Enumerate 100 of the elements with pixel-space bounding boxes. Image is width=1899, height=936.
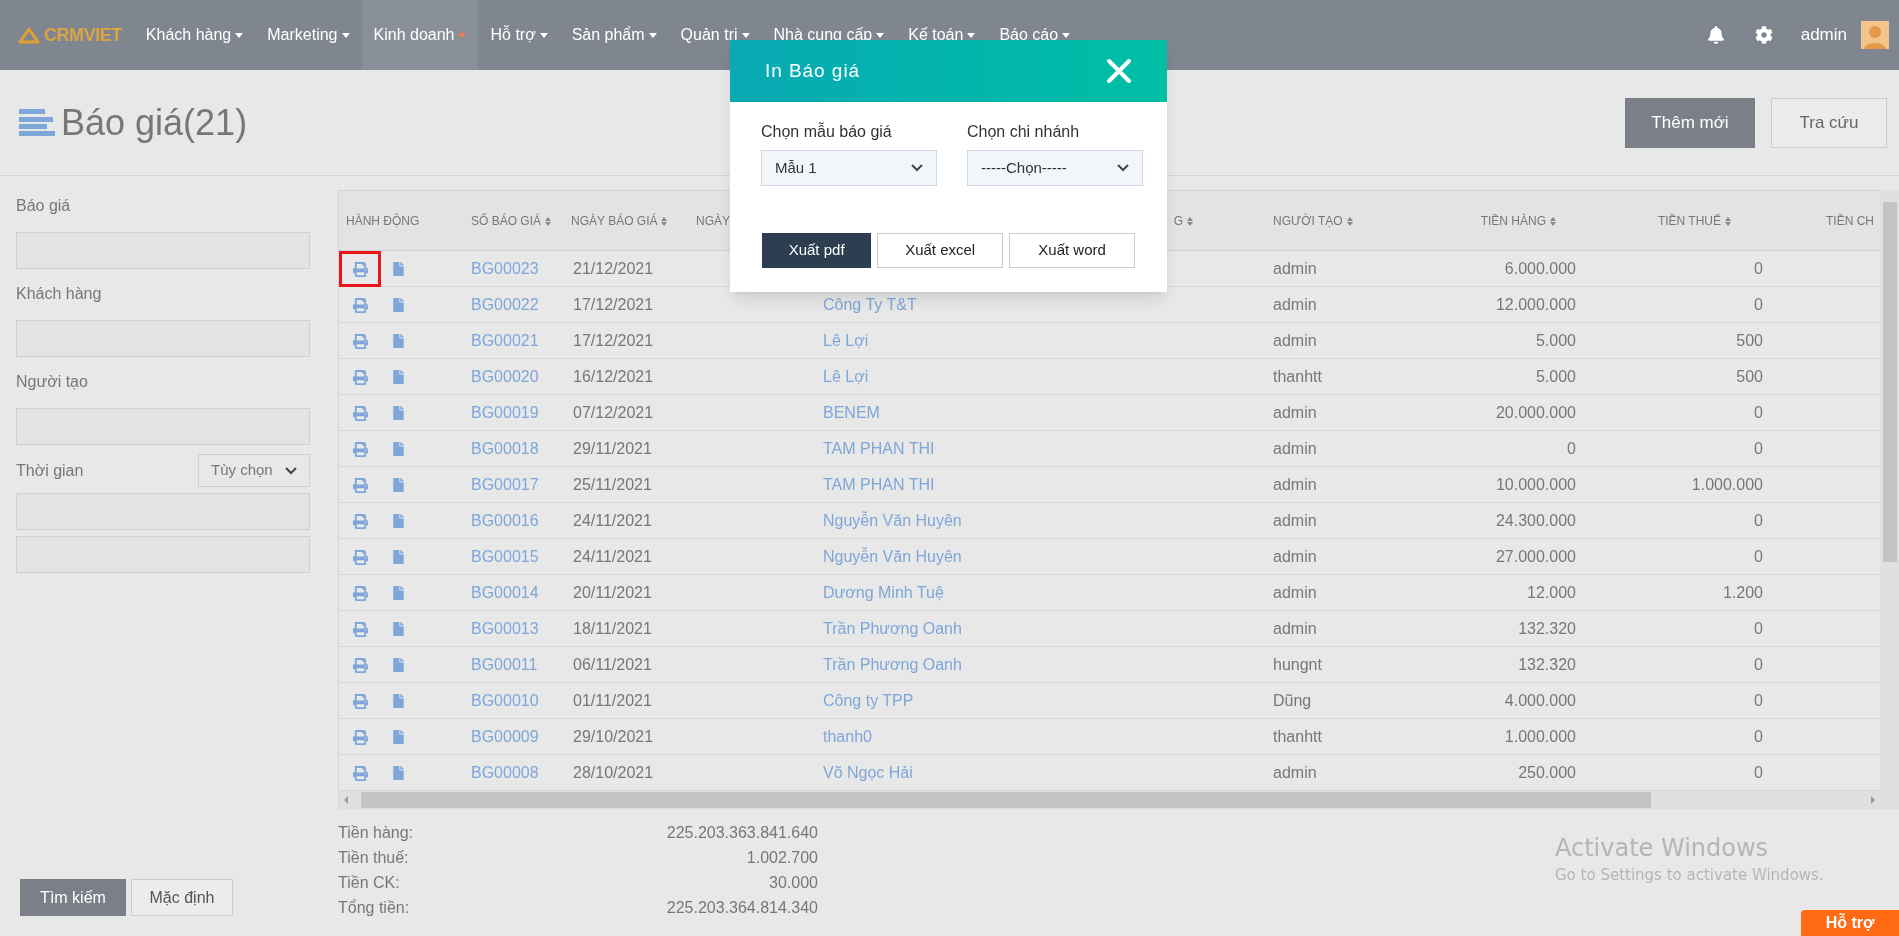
- logo-text: CRMVIET: [44, 23, 122, 47]
- quote-number-link[interactable]: BG00011: [461, 653, 561, 677]
- close-icon[interactable]: [1106, 58, 1132, 84]
- document-icon[interactable]: [393, 622, 404, 636]
- customer-link[interactable]: Công ty TPP: [823, 692, 914, 709]
- quote-number-link[interactable]: BG00018: [461, 437, 561, 461]
- document-icon[interactable]: [393, 334, 404, 348]
- column-header[interactable]: SỐ BÁO GIÁ: [461, 211, 561, 230]
- settings-icon[interactable]: [1754, 26, 1773, 44]
- support-button[interactable]: Hỗ trợ: [1801, 910, 1899, 936]
- nav-menu-item[interactable]: Kinh doanh: [361, 0, 479, 70]
- time-range-select[interactable]: Tùy chọn: [198, 454, 310, 487]
- quote-number-link[interactable]: BG00014: [461, 581, 561, 605]
- table-cell-text: 250.000: [1517, 763, 1577, 783]
- sort-icon: [661, 216, 668, 226]
- filter-input-field[interactable]: [16, 320, 310, 357]
- notification-bell-icon[interactable]: [1706, 26, 1725, 44]
- column-header[interactable]: TIỀN HÀNG: [1451, 211, 1591, 230]
- customer-link[interactable]: Võ Ngọc Hải: [823, 764, 913, 781]
- add-new-button[interactable]: Thêm mới: [1625, 97, 1755, 148]
- customer-link[interactable]: Nguyễn Văn Huyên: [823, 548, 962, 565]
- quote-number-link[interactable]: BG00013: [461, 617, 561, 641]
- lookup-button[interactable]: Tra cứu: [1771, 97, 1887, 148]
- caret-icon: [1062, 32, 1071, 38]
- export-button[interactable]: Xuất pdf: [762, 233, 872, 268]
- quote-number-link[interactable]: BG00010: [461, 689, 561, 713]
- date-from-field[interactable]: [16, 493, 310, 530]
- logo-icon: [18, 26, 40, 44]
- customer-link[interactable]: thanh0: [823, 728, 872, 745]
- quote-number-link[interactable]: BG00009: [461, 725, 561, 749]
- table-cell-text: 24/11/2021: [572, 547, 653, 567]
- customer-link[interactable]: Trần Phương Oanh: [823, 620, 962, 637]
- document-icon[interactable]: [393, 658, 404, 672]
- document-icon[interactable]: [393, 694, 404, 708]
- table-cell-text: admin: [1272, 583, 1318, 603]
- avatar-icon[interactable]: [1861, 21, 1889, 49]
- search-button[interactable]: Tìm kiếm: [20, 879, 126, 916]
- column-header[interactable]: TIỀN THUẾ: [1591, 211, 1781, 230]
- customer-link[interactable]: TAM PHAN THI: [823, 440, 935, 457]
- quote-number-link[interactable]: BG00020: [461, 365, 561, 389]
- vertical-scrollbar[interactable]: [1880, 190, 1899, 809]
- column-header: HÀNH ĐỘNG: [345, 212, 421, 230]
- caret-icon: [876, 32, 885, 38]
- column-header[interactable]: G: [816, 211, 1263, 230]
- print-button[interactable]: [339, 251, 381, 287]
- column-header[interactable]: NGÀY BÁO GIÁ: [561, 211, 686, 230]
- export-button[interactable]: Xuất excel: [877, 233, 1004, 268]
- date-to-field[interactable]: [16, 536, 310, 573]
- customer-link[interactable]: Công Ty T&T: [823, 296, 917, 313]
- table-cell-text: 1.000.000: [1503, 727, 1577, 747]
- customer-link[interactable]: Lê Lợi: [823, 332, 869, 349]
- document-icon[interactable]: [393, 478, 404, 492]
- reset-button[interactable]: Mặc định: [131, 879, 233, 916]
- sort-icon: [1550, 216, 1556, 226]
- quote-number-link[interactable]: BG00022: [461, 293, 561, 317]
- user-name[interactable]: admin: [1800, 22, 1847, 48]
- table-cell-text: 20.000.000: [1494, 403, 1577, 423]
- caret-icon: [967, 32, 976, 38]
- select-label: Chọn mẫu báo giá: [761, 121, 893, 142]
- nav-menu-item[interactable]: Báo cáo: [987, 0, 1083, 70]
- horizontal-scrollbar[interactable]: [339, 791, 1880, 809]
- customer-link[interactable]: Dương Minh Tuệ: [823, 584, 944, 601]
- document-icon[interactable]: [393, 442, 404, 456]
- quote-number-link[interactable]: BG00019: [461, 401, 561, 425]
- document-icon[interactable]: [393, 370, 404, 384]
- column-header[interactable]: NGƯỜI TẠO: [1263, 211, 1451, 230]
- table-cell-text: admin: [1272, 547, 1318, 567]
- quote-number-link[interactable]: BG00021: [461, 329, 561, 353]
- customer-link[interactable]: Lê Lợi: [823, 368, 869, 385]
- customer-link[interactable]: BENEM: [823, 404, 880, 421]
- document-icon[interactable]: [393, 262, 404, 276]
- table-cell-text: 17/12/2021: [572, 295, 655, 315]
- nav-menu-item[interactable]: Quản trị: [668, 0, 762, 70]
- table-cell-text: 0: [1753, 655, 1764, 675]
- dropdown-select[interactable]: -----Chọn-----: [967, 150, 1143, 186]
- filter-input-field[interactable]: [16, 232, 310, 269]
- dropdown-select[interactable]: Mẫu 1: [761, 150, 937, 186]
- nav-menu-item[interactable]: Kế toán: [896, 0, 988, 70]
- nav-menu-item[interactable]: Khách hàng: [133, 0, 256, 70]
- quote-number-link[interactable]: BG00017: [461, 473, 561, 497]
- customer-link[interactable]: Trần Phương Oanh: [823, 656, 962, 673]
- filter-input-field[interactable]: [16, 408, 310, 445]
- document-icon[interactable]: [393, 586, 404, 600]
- quote-number-link[interactable]: BG00015: [461, 545, 561, 569]
- nav-menu-item[interactable]: Hỗ trợ: [478, 0, 560, 70]
- quote-number-link[interactable]: BG00023: [461, 257, 561, 281]
- customer-link[interactable]: Nguyễn Văn Huyên: [823, 512, 962, 529]
- dialog-title: In Báo giá: [765, 58, 861, 83]
- customer-link[interactable]: TAM PHAN THI: [823, 476, 935, 493]
- document-icon[interactable]: [393, 514, 404, 528]
- document-icon[interactable]: [393, 550, 404, 564]
- document-icon[interactable]: [393, 298, 404, 312]
- nav-menu-item[interactable]: Sản phẩm: [559, 0, 669, 70]
- document-icon[interactable]: [393, 766, 404, 780]
- export-button[interactable]: Xuất word: [1009, 233, 1135, 268]
- document-icon[interactable]: [393, 730, 404, 744]
- document-icon[interactable]: [393, 406, 404, 420]
- nav-menu-item[interactable]: Marketing: [255, 0, 362, 70]
- quote-number-link[interactable]: BG00016: [461, 509, 561, 533]
- quote-number-link[interactable]: BG00008: [461, 761, 561, 785]
